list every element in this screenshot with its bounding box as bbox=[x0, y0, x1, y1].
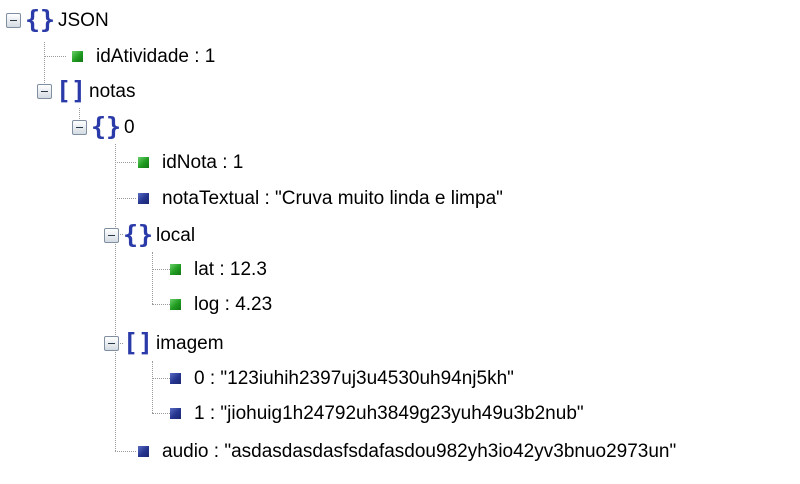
green-square-icon bbox=[72, 50, 83, 62]
tree-leaf-nota-textual[interactable]: notaTextual : "Cruva muito linda e limpa… bbox=[138, 181, 503, 215]
green-square-icon bbox=[170, 263, 181, 275]
blue-square-icon bbox=[170, 407, 181, 419]
curly-braces-icon: {} bbox=[25, 6, 55, 34]
leaf-text: log : 4.23 bbox=[194, 293, 273, 315]
tree-connector bbox=[152, 304, 170, 305]
collapse-minus-icon[interactable] bbox=[72, 119, 87, 135]
node-label: 0 bbox=[124, 116, 135, 138]
tree-leaf-id-atividade[interactable]: idAtividade : 1 bbox=[72, 39, 215, 73]
collapse-minus-icon[interactable] bbox=[104, 335, 119, 351]
blue-square-icon bbox=[138, 445, 149, 457]
tree-leaf-audio[interactable]: audio : "asdasdasdasfsdafasdou982yh3io42… bbox=[138, 434, 676, 468]
tree-connector bbox=[152, 413, 170, 414]
tree-connector bbox=[115, 162, 136, 163]
tree-connector bbox=[152, 378, 170, 379]
svg-text:[]: [] bbox=[123, 329, 153, 357]
tree-leaf-lat[interactable]: lat : 12.3 bbox=[170, 252, 267, 286]
leaf-text: lat : 12.3 bbox=[194, 258, 267, 280]
tree-node-imagem[interactable]: [] imagem bbox=[104, 326, 224, 360]
blue-square-icon bbox=[170, 372, 181, 384]
tree-connector bbox=[152, 252, 153, 304]
tree-leaf-imagem-1[interactable]: 1 : "jiohuig1h24792uh3849g23yuh49u3b2nub… bbox=[170, 396, 584, 430]
svg-text:{}: {} bbox=[25, 6, 55, 34]
tree-node-nota-0[interactable]: {} 0 bbox=[72, 110, 135, 144]
node-label: notas bbox=[89, 80, 136, 102]
tree-leaf-imagem-0[interactable]: 0 : "123iuhih2397uj3u4530uh94nj5kh" bbox=[170, 361, 514, 395]
tree-connector bbox=[152, 361, 153, 413]
leaf-text: notaTextual : "Cruva muito linda e limpa… bbox=[162, 187, 503, 209]
svg-text:[]: [] bbox=[56, 77, 86, 105]
tree-connector bbox=[44, 56, 66, 57]
leaf-text: audio : "asdasdasdasfsdafasdou982yh3io42… bbox=[162, 440, 677, 462]
leaf-text: 0 : "123iuhih2397uj3u4530uh94nj5kh" bbox=[194, 367, 514, 389]
tree-connector bbox=[115, 198, 136, 199]
node-label: local bbox=[156, 224, 196, 246]
tree-node-root[interactable]: {} JSON bbox=[6, 3, 109, 37]
collapse-minus-icon[interactable] bbox=[6, 12, 21, 28]
svg-text:{}: {} bbox=[91, 113, 121, 141]
collapse-minus-icon[interactable] bbox=[37, 83, 52, 99]
node-label: imagem bbox=[156, 332, 224, 354]
node-label: JSON bbox=[58, 9, 109, 31]
green-square-icon bbox=[138, 156, 149, 168]
collapse-minus-icon[interactable] bbox=[104, 227, 119, 243]
leaf-text: idNota : 1 bbox=[162, 151, 244, 173]
curly-braces-icon: {} bbox=[91, 113, 121, 141]
curly-braces-icon: {} bbox=[123, 221, 153, 249]
tree-leaf-log[interactable]: log : 4.23 bbox=[170, 287, 272, 321]
tree-connector bbox=[152, 269, 170, 270]
green-square-icon bbox=[170, 298, 181, 310]
tree-node-notas[interactable]: [] notas bbox=[37, 74, 135, 108]
blue-square-icon bbox=[138, 192, 149, 204]
json-tree-view: {} JSON idAtividade : 1 [] notas {} 0 id… bbox=[0, 0, 800, 484]
tree-leaf-id-nota[interactable]: idNota : 1 bbox=[138, 145, 243, 179]
square-brackets-icon: [] bbox=[123, 329, 153, 357]
tree-connector bbox=[115, 451, 136, 452]
square-brackets-icon: [] bbox=[56, 77, 86, 105]
leaf-text: idAtividade : 1 bbox=[96, 45, 216, 67]
leaf-text: 1 : "jiohuig1h24792uh3849g23yuh49u3b2nub… bbox=[194, 402, 584, 424]
tree-connector bbox=[115, 144, 116, 451]
tree-node-local[interactable]: {} local bbox=[104, 218, 195, 252]
svg-text:{}: {} bbox=[123, 221, 153, 249]
